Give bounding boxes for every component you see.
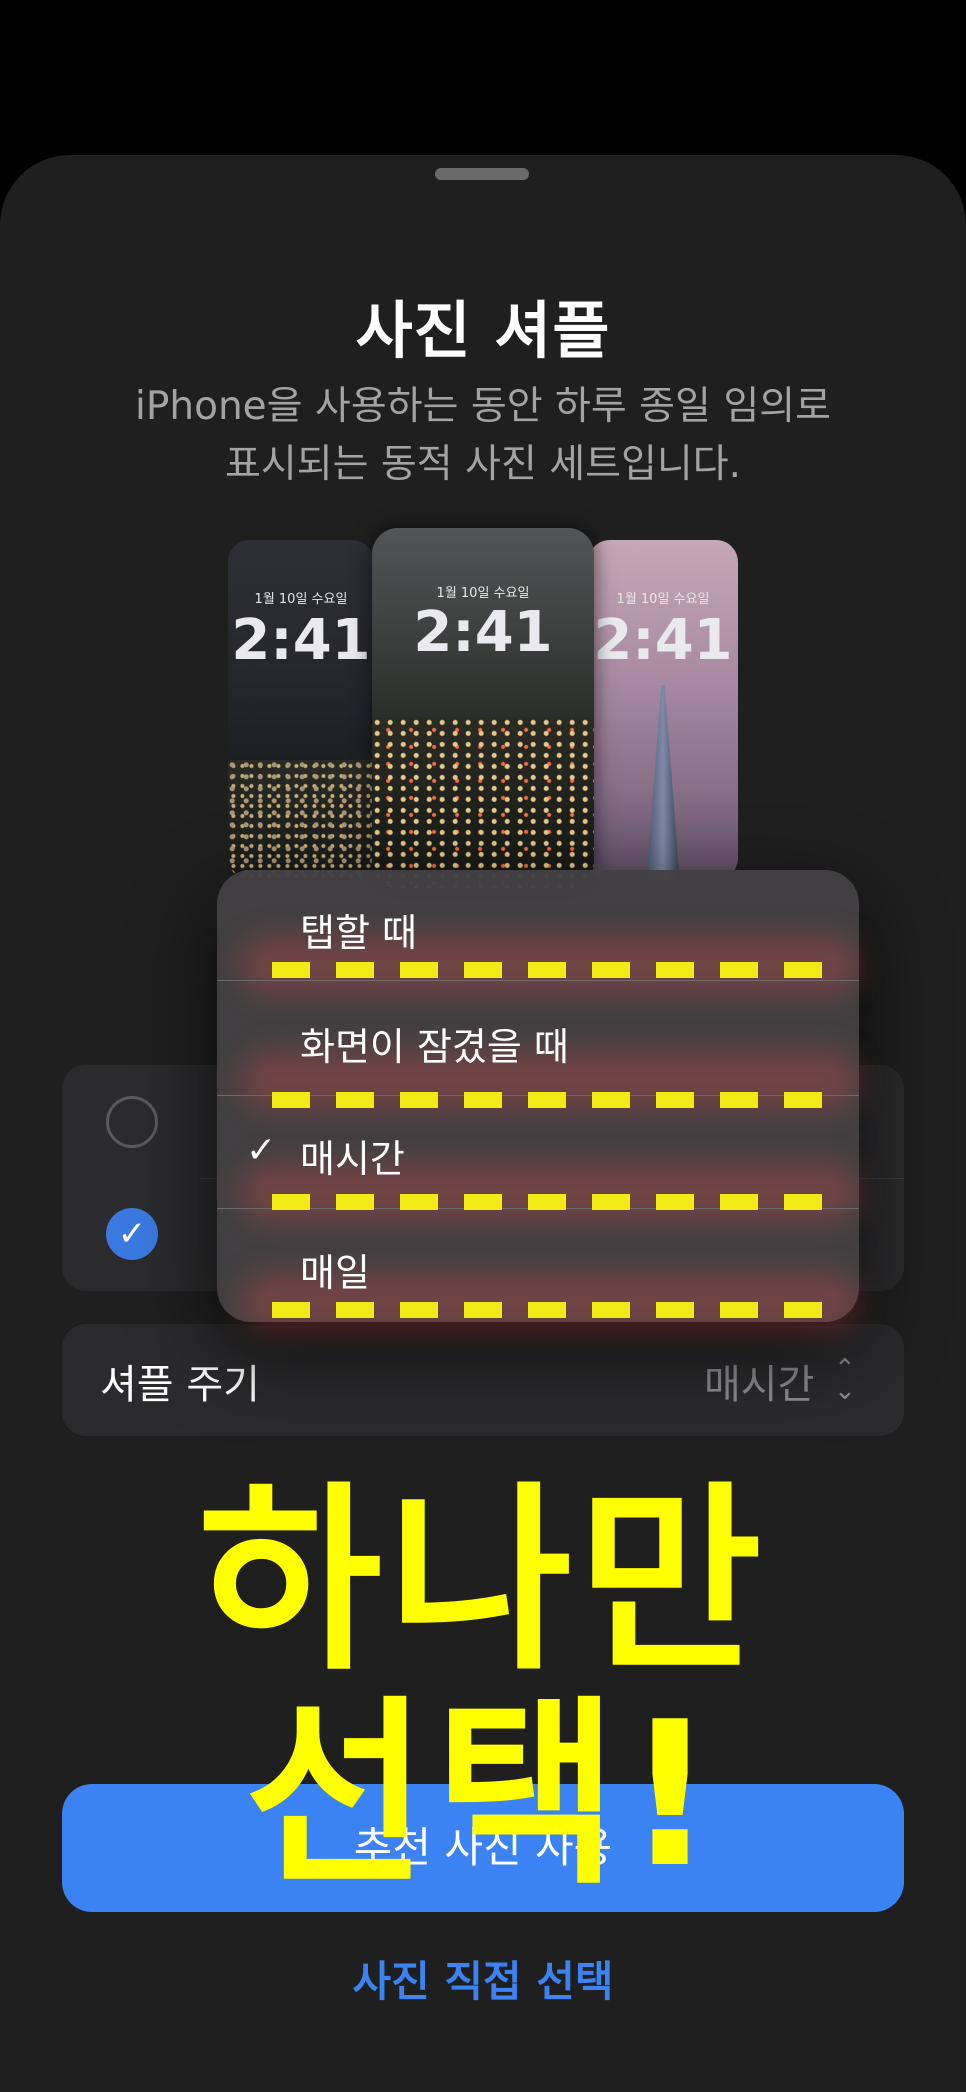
subtitle-line-1: iPhone을 사용하는 동안 하루 종일 임의로: [135, 384, 831, 429]
yellow-dashed-underline: [272, 1194, 824, 1210]
preview-date: 1월 10일 수요일: [616, 592, 710, 607]
preview-time: 2:41: [413, 600, 553, 665]
page-subtitle: iPhone을 사용하는 동안 하루 종일 임의로 표시되는 동적 사진 세트입…: [80, 378, 886, 494]
yellow-dashed-underline: [272, 1092, 824, 1108]
menu-item-on-tap[interactable]: 탭할 때: [300, 902, 417, 957]
subtitle-line-2: 표시되는 동적 사진 세트입니다.: [224, 442, 742, 487]
preview-time: 2:41: [231, 608, 371, 673]
checkmark-icon: ✓: [117, 1214, 147, 1254]
chevron-up-down-icon: ⌃ ⌄: [834, 1354, 856, 1406]
wallpaper-preview-center: 1월 10일 수요일 2:41: [372, 528, 594, 888]
radio-button-unselected[interactable]: [106, 1096, 158, 1148]
yellow-dashed-underline: [272, 962, 824, 978]
preview-time: 2:41: [593, 608, 733, 673]
preview-date: 1월 10일 수요일: [254, 592, 348, 607]
menu-item-daily[interactable]: 매일: [300, 1242, 370, 1297]
tower-image: [646, 685, 680, 880]
preview-date: 1월 10일 수요일: [436, 586, 530, 601]
page-title: 사진 셔플: [355, 294, 611, 367]
menu-item-on-lock[interactable]: 화면이 잠겼을 때: [300, 1016, 569, 1071]
yellow-dashed-underline: [272, 1302, 824, 1318]
choose-photos-manually-link[interactable]: 사진 직접 선택: [0, 1948, 966, 2009]
shuffle-frequency-value[interactable]: 매시간: [704, 1352, 814, 1410]
menu-separator: [217, 980, 859, 981]
wallpaper-preview-right: 1월 10일 수요일 2:41: [588, 540, 738, 880]
radio-button-selected[interactable]: ✓: [106, 1208, 158, 1260]
checkmark-icon: ✓: [246, 1130, 277, 1171]
annotation-text-line-1: 하나만: [197, 1465, 768, 1698]
annotation-text-line-2: 선택!: [244, 1679, 722, 1912]
wallpaper-preview-left: 1월 10일 수요일 2:41: [228, 540, 374, 880]
menu-item-hourly[interactable]: 매시간: [300, 1128, 405, 1183]
sheet-grabber-handle[interactable]: [435, 168, 529, 180]
shuffle-frequency-label: 셔플 주기: [100, 1362, 260, 1408]
